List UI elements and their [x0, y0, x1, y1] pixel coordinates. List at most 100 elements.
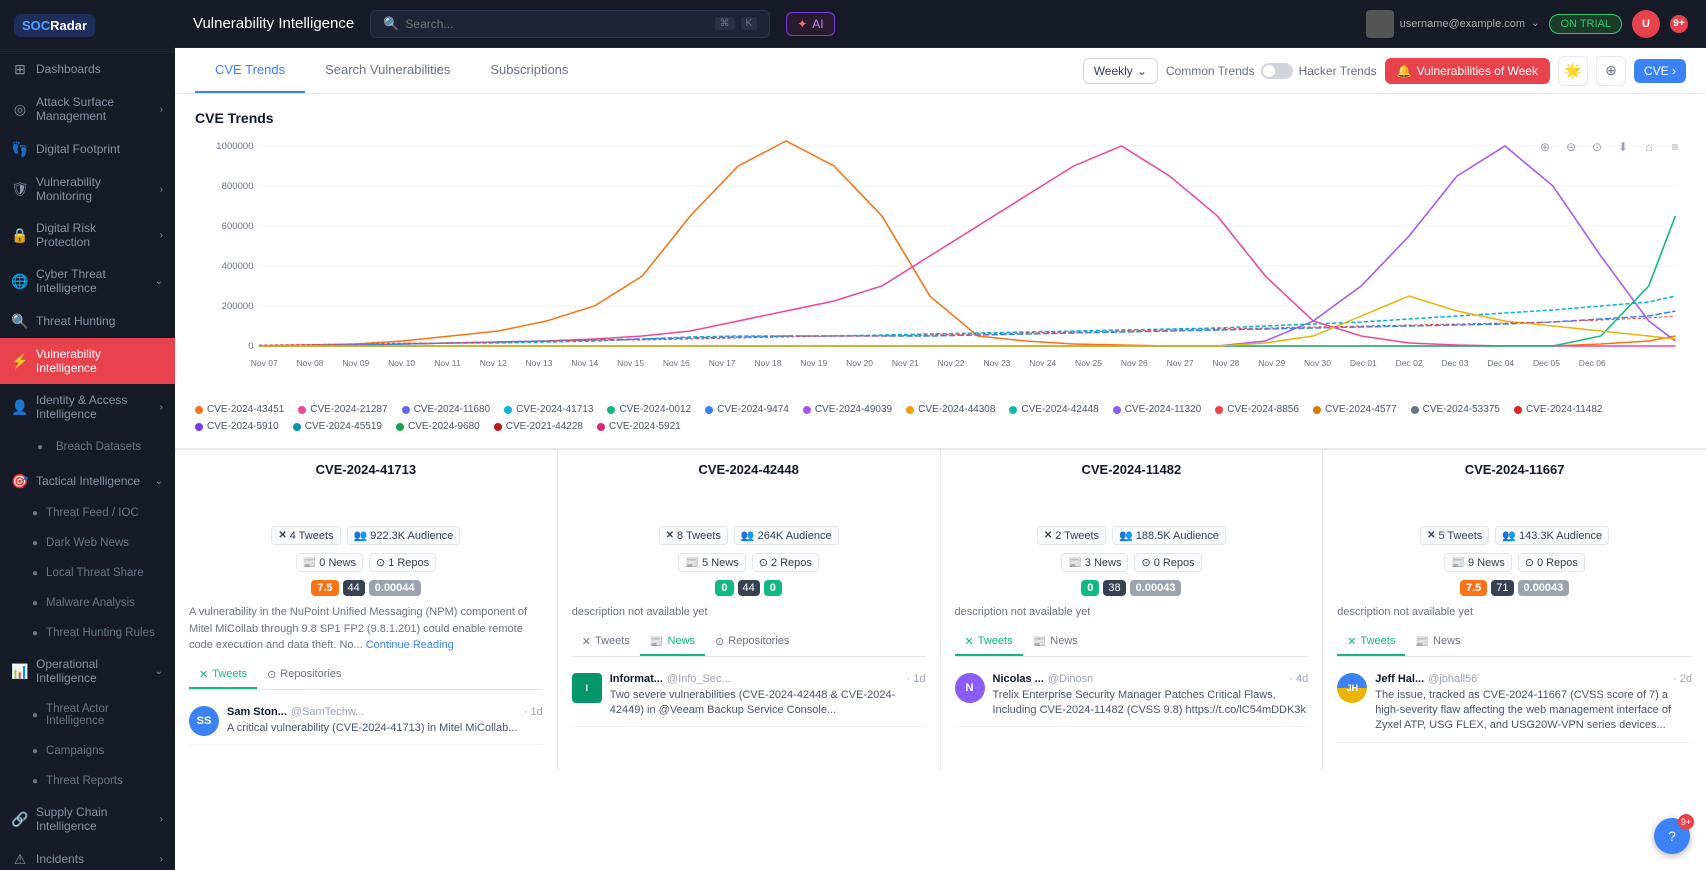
- logo[interactable]: SOCRadar: [14, 14, 95, 37]
- support-badge: 9+: [1678, 814, 1694, 830]
- zoom-in-icon[interactable]: ⊕: [1534, 136, 1556, 158]
- tab-actions: Weekly ⌄ Common Trends Hacker Trends 🔔 V…: [1083, 56, 1686, 86]
- tweet-header-11667: Jeff Hal... @jbhall56 · 2d: [1375, 673, 1692, 685]
- card-tab-news-11667[interactable]: 📰 News: [1405, 629, 1470, 656]
- attack-surface-icon: ◎: [12, 101, 28, 117]
- tab-search-vulnerabilities[interactable]: Search Vulnerabilities: [305, 48, 470, 93]
- continue-reading-41713[interactable]: Continue Reading: [366, 639, 454, 651]
- chevron-right-icon: ›: [160, 814, 163, 825]
- tab-subscriptions[interactable]: Subscriptions: [470, 48, 588, 93]
- sidebar-item-threat-hunting-rules[interactable]: ● Threat Hunting Rules: [0, 618, 175, 648]
- cve-button[interactable]: CVE ›: [1634, 59, 1686, 83]
- sidebar-item-local-threat[interactable]: ● Local Threat Share: [0, 558, 175, 588]
- sidebar-item-malware-analysis[interactable]: ● Malware Analysis: [0, 588, 175, 618]
- kev-score-11667: 0.00043: [1518, 580, 1570, 596]
- card-tab-news-11482[interactable]: 📰 News: [1023, 629, 1088, 656]
- plus-icon-btn[interactable]: ⊕: [1596, 56, 1626, 86]
- sidebar-item-identity-access[interactable]: 👤 Identity & Access Intelligence ›: [0, 384, 175, 430]
- card-tab-tweets-42448[interactable]: ✕ Tweets: [572, 629, 640, 656]
- legend-cve-4577: CVE-2024-4577: [1313, 404, 1397, 415]
- operational-icon: 📊: [12, 663, 28, 679]
- support-icon: ?: [1668, 828, 1676, 844]
- tab-cve-trends[interactable]: CVE Trends: [195, 48, 305, 93]
- card-tab-tweets-11482[interactable]: ✕ Tweets: [955, 629, 1023, 656]
- svg-text:Nov 14: Nov 14: [571, 359, 598, 368]
- sidebar-item-threat-feed[interactable]: ● Threat Feed / IOC: [0, 498, 175, 528]
- card-tab-tweets-11667[interactable]: ✕ Tweets: [1337, 629, 1405, 656]
- sidebar-item-digital-risk[interactable]: 🔒 Digital Risk Protection ›: [0, 212, 175, 258]
- support-button[interactable]: ? 9+: [1654, 818, 1690, 854]
- cve-spider-icon-11667: 🕷: [1337, 485, 1692, 518]
- notification-badge[interactable]: 9+: [1670, 15, 1688, 33]
- search-input[interactable]: [405, 17, 708, 31]
- sidebar-item-incidents[interactable]: ⚠ Incidents ›: [0, 842, 175, 870]
- chart-legend: CVE-2024-43451 CVE-2024-21287 CVE-2024-1…: [195, 404, 1686, 432]
- news-tab-icon: 📰: [1033, 635, 1047, 648]
- score-row-41713: 7.5 44 0.00044: [189, 580, 543, 596]
- main-area: Vulnerability Intelligence 🔍 ⌘ K ✦ AI us…: [175, 0, 1706, 870]
- sidebar-item-vulnerability-monitoring[interactable]: 🛡 Vulnerability Monitoring ›: [0, 166, 175, 212]
- epss-score-42448: 44: [738, 580, 760, 596]
- cve-card-title-42448: CVE-2024-42448: [572, 462, 926, 477]
- svg-text:Dec 01: Dec 01: [1350, 359, 1377, 368]
- audience-icon: 👥: [1119, 529, 1133, 542]
- period-select[interactable]: Weekly ⌄: [1083, 58, 1158, 84]
- sun-icon-btn[interactable]: 🌟: [1558, 56, 1588, 86]
- tweet-name-11667: Jeff Hal...: [1375, 673, 1424, 685]
- kbd-k: K: [741, 17, 758, 30]
- github-icon: ⊙: [1525, 556, 1534, 569]
- x-icon: ✕: [666, 530, 674, 541]
- sidebar-item-operational[interactable]: 📊 Operational Intelligence ⌄: [0, 648, 175, 694]
- cyber-threat-icon: 🌐: [12, 273, 28, 289]
- chevron-right-icon: ›: [160, 854, 163, 865]
- chevron-right-icon: ›: [160, 184, 163, 195]
- ai-button[interactable]: ✦ AI: [786, 12, 834, 36]
- card-tab-repos-42448[interactable]: ⊙ Repositories: [705, 629, 799, 656]
- card-tab-news-42448[interactable]: 📰 News: [640, 629, 705, 656]
- sidebar-item-attack-surface[interactable]: ◎ Attack Surface Management ›: [0, 86, 175, 132]
- sidebar-item-breach-datasets[interactable]: ● Breach Datasets: [0, 430, 175, 464]
- threat-actor-icon: ●: [32, 710, 38, 721]
- card-tab-tweets-41713[interactable]: ✕ Tweets: [189, 662, 257, 689]
- tweet-content-11667: Jeff Hal... @jbhall56 · 2d The issue, tr…: [1375, 673, 1692, 734]
- sidebar-item-dark-web[interactable]: ● Dark Web News: [0, 528, 175, 558]
- svg-text:Dec 06: Dec 06: [1579, 359, 1606, 368]
- hacker-trends-toggle[interactable]: [1261, 63, 1293, 79]
- card-tab-repos-41713[interactable]: ⊙ Repositories: [257, 662, 351, 689]
- zoom-out-icon[interactable]: ⊖: [1560, 136, 1582, 158]
- sidebar-item-digital-footprint[interactable]: 👣 Digital Footprint: [0, 132, 175, 166]
- svg-text:Nov 21: Nov 21: [892, 359, 919, 368]
- legend-cve-11320: CVE-2024-11320: [1113, 404, 1202, 415]
- tweet-item-11667: JH Jeff Hal... @jbhall56 · 2d The issue,…: [1337, 665, 1692, 743]
- supply-chain-icon: 🔗: [12, 811, 28, 827]
- sidebar-item-threat-actor[interactable]: ● Threat Actor Intelligence: [0, 694, 175, 736]
- sidebar-item-vulnerability-intelligence[interactable]: ⚡ Vulnerability Intelligence: [0, 338, 175, 384]
- sidebar-item-campaigns[interactable]: ● Campaigns: [0, 736, 175, 766]
- download-icon[interactable]: ⬇: [1612, 136, 1634, 158]
- sidebar-item-supply-chain[interactable]: 🔗 Supply Chain Intelligence ›: [0, 796, 175, 842]
- sidebar-item-tactical-intelligence[interactable]: 🎯 Tactical Intelligence ⌄: [0, 464, 175, 498]
- topbar: Vulnerability Intelligence 🔍 ⌘ K ✦ AI us…: [175, 0, 1706, 48]
- home-icon[interactable]: ⌂: [1638, 136, 1660, 158]
- menu-icon[interactable]: ≡: [1664, 136, 1686, 158]
- sidebar-item-threat-reports[interactable]: ● Threat Reports: [0, 766, 175, 796]
- kev-score-42448: 0: [764, 580, 782, 596]
- sidebar-item-threat-hunting[interactable]: 🔍 Threat Hunting: [0, 304, 175, 338]
- cve-stats2-11482: 📰 3 News ⊙ 0 Repos: [955, 553, 1309, 572]
- svg-text:Nov 09: Nov 09: [342, 359, 369, 368]
- news-stat-11667: 📰 9 News: [1444, 553, 1511, 572]
- vulnerabilities-of-week-button[interactable]: 🔔 Vulnerabilities of Week: [1385, 58, 1550, 84]
- zoom-reset-icon[interactable]: ⊙: [1586, 136, 1608, 158]
- tweets-stat-42448: ✕ 8 Tweets: [659, 526, 728, 545]
- sidebar-item-dashboards[interactable]: ⊞ Dashboards: [0, 52, 175, 86]
- tweet-name-41713: Sam Ston...: [227, 706, 287, 718]
- notification-wrapper: 9+: [1670, 15, 1688, 33]
- sidebar: SOCRadar ⊞ Dashboards ◎ Attack Surface M…: [0, 0, 175, 870]
- cve-desc-11667: description not available yet: [1337, 604, 1692, 621]
- tweet-avatar-11482: N: [955, 673, 985, 703]
- sidebar-item-cyber-threat[interactable]: 🌐 Cyber Threat Intelligence ⌄: [0, 258, 175, 304]
- cve-trend-chart: 1000000 800000 600000 400000 200000 0: [195, 136, 1686, 376]
- search-bar[interactable]: 🔍 ⌘ K: [370, 10, 770, 38]
- svg-text:800000: 800000: [222, 181, 254, 191]
- topbar-right: username@example.com ⌄ ON TRIAL U 9+: [1366, 10, 1688, 38]
